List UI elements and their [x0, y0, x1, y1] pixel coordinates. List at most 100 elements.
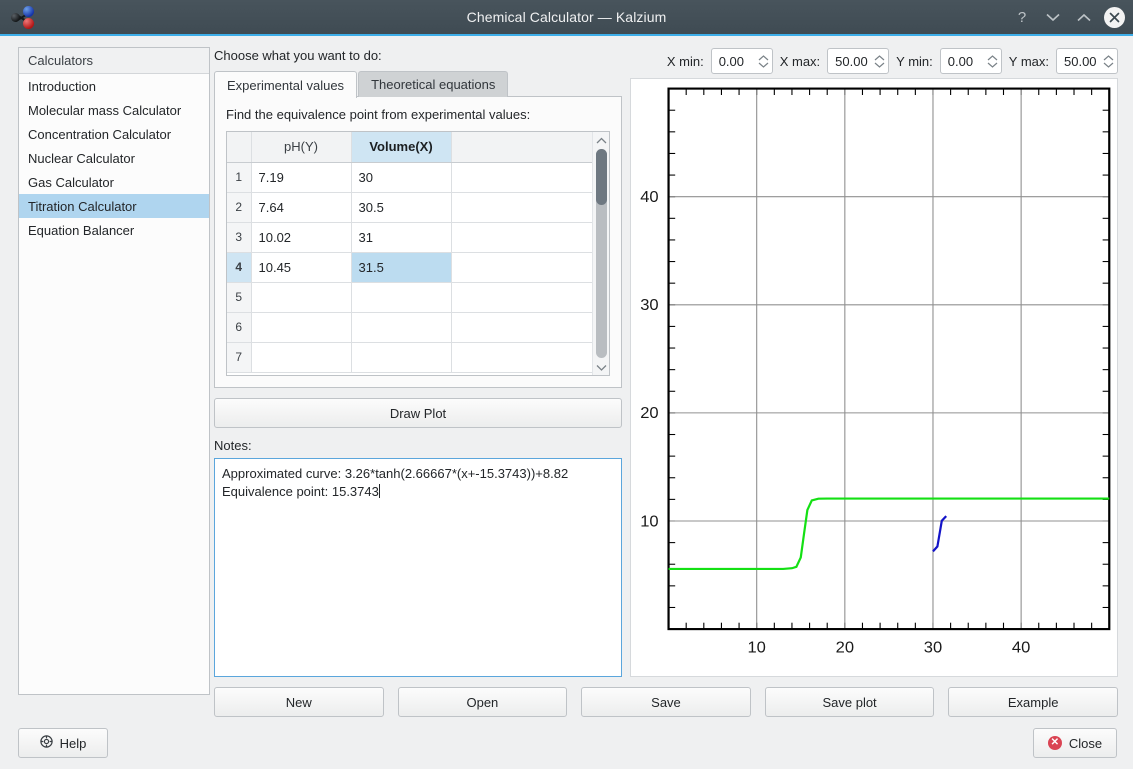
- help-titlebar-icon[interactable]: ?: [1011, 6, 1033, 28]
- table-row[interactable]: 2 7.64 30.5: [227, 192, 592, 223]
- column-header-volume[interactable]: Volume(X): [351, 132, 452, 163]
- cell-blank-5[interactable]: [451, 282, 592, 313]
- sidebar-item-introduction[interactable]: Introduction: [19, 74, 209, 98]
- x-min-spinbox[interactable]: 0.00: [710, 48, 773, 74]
- left-pane: Choose what you want to do: Experimental…: [210, 44, 622, 677]
- cell-volume-4[interactable]: 31.5: [351, 252, 452, 283]
- sidebar-container: Calculators Introduction Molecular mass …: [0, 36, 210, 717]
- window-controls: ?: [1011, 6, 1125, 28]
- table-scroll-area: pH(Y) Volume(X) 1 7.19 30 2 7.64 30.5 3 …: [227, 132, 592, 375]
- cell-volume-7[interactable]: [351, 342, 452, 373]
- draw-plot-button[interactable]: Draw Plot: [214, 398, 622, 428]
- row-header-5[interactable]: 5: [227, 282, 252, 313]
- spinner-arrows-icon[interactable]: [1103, 54, 1114, 68]
- cell-blank-2[interactable]: [451, 192, 592, 223]
- table-corner-cell[interactable]: [227, 132, 252, 163]
- table-row[interactable]: 6: [227, 312, 592, 343]
- minimize-icon[interactable]: [1042, 6, 1064, 28]
- choose-label: Choose what you want to do:: [214, 48, 382, 63]
- svg-text:30: 30: [924, 639, 942, 657]
- cell-blank-1[interactable]: [451, 162, 592, 193]
- titration-plot[interactable]: 10 20 30 40 10 20 30 40: [630, 78, 1118, 677]
- x-min-label: X min:: [666, 53, 704, 69]
- cell-ph-3[interactable]: 10.02: [251, 222, 352, 253]
- sidebar-item-gas-calculator[interactable]: Gas Calculator: [19, 170, 209, 194]
- close-button-label: Close: [1068, 735, 1103, 751]
- save-button[interactable]: Save: [581, 687, 751, 717]
- y-min-value: 0.00: [947, 53, 974, 69]
- tab-experimental-values[interactable]: Experimental values: [214, 71, 358, 98]
- scroll-up-icon[interactable]: [596, 132, 607, 148]
- cell-ph-5[interactable]: [251, 282, 352, 313]
- column-header-empty[interactable]: [451, 132, 592, 163]
- sidebar-item-nuclear-calculator[interactable]: Nuclear Calculator: [19, 146, 209, 170]
- close-icon[interactable]: [1104, 6, 1125, 28]
- cell-volume-6[interactable]: [351, 312, 452, 343]
- cell-volume-1[interactable]: 30: [351, 162, 452, 193]
- column-header-ph[interactable]: pH(Y): [251, 132, 352, 163]
- calculators-list[interactable]: Calculators Introduction Molecular mass …: [18, 47, 210, 695]
- help-button[interactable]: Help: [18, 728, 108, 758]
- y-max-value: 50.00: [1064, 53, 1097, 69]
- table-row[interactable]: 4 10.45 31.5: [227, 252, 592, 283]
- table-row[interactable]: 3 10.02 31: [227, 222, 592, 253]
- tab-bar: Experimental values Theoretical equation…: [214, 71, 622, 98]
- sidebar-item-concentration-calculator[interactable]: Concentration Calculator: [19, 122, 209, 146]
- cell-blank-3[interactable]: [451, 222, 592, 253]
- table-row[interactable]: 1 7.19 30: [227, 162, 592, 193]
- row-header-2[interactable]: 2: [227, 192, 252, 223]
- spinner-arrows-icon[interactable]: [874, 54, 885, 68]
- svg-text:20: 20: [836, 639, 854, 657]
- cell-volume-2[interactable]: 30.5: [351, 192, 452, 223]
- y-max-spinbox[interactable]: 50.00: [1056, 48, 1118, 74]
- cell-ph-6[interactable]: [251, 312, 352, 343]
- save-plot-button[interactable]: Save plot: [764, 687, 935, 717]
- close-button[interactable]: ✕ Close: [1033, 728, 1117, 758]
- cell-blank-4[interactable]: [451, 252, 592, 283]
- spinner-arrows-icon[interactable]: [987, 54, 998, 68]
- spinner-arrows-icon[interactable]: [758, 54, 769, 68]
- cell-volume-3[interactable]: 31: [351, 222, 452, 253]
- row-header-7[interactable]: 7: [227, 342, 252, 373]
- sidebar-item-titration-calculator[interactable]: Titration Calculator: [19, 194, 209, 218]
- notes-label: Notes:: [214, 438, 252, 453]
- table-row[interactable]: 7: [227, 342, 592, 373]
- x-max-spinbox[interactable]: 50.00: [827, 48, 890, 74]
- title-bar: Chemical Calculator — Kalzium ?: [0, 0, 1133, 36]
- right-pane: X min: 0.00 X max: 50.00 Y min: 0.00 Y m…: [622, 44, 1133, 677]
- table-scrollbar[interactable]: [592, 132, 609, 375]
- scrollbar-thumb[interactable]: [595, 149, 607, 205]
- svg-text:40: 40: [1012, 639, 1030, 657]
- table-row[interactable]: 5: [227, 282, 592, 313]
- experimental-values-table-container: pH(Y) Volume(X) 1 7.19 30 2 7.64 30.5 3 …: [226, 131, 610, 376]
- cell-blank-6[interactable]: [451, 312, 592, 343]
- open-button[interactable]: Open: [397, 687, 568, 717]
- cell-ph-7[interactable]: [251, 342, 352, 373]
- application-window: Chemical Calculator — Kalzium ? Calculat…: [0, 0, 1133, 769]
- sidebar-item-molecular-mass-calculator[interactable]: Molecular mass Calculator: [19, 98, 209, 122]
- row-header-1[interactable]: 1: [227, 162, 252, 193]
- tab-theoretical-equations[interactable]: Theoretical equations: [358, 71, 509, 97]
- cell-ph-2[interactable]: 7.64: [251, 192, 352, 223]
- row-header-4[interactable]: 4: [227, 252, 252, 283]
- cell-ph-4[interactable]: 10.45: [251, 252, 352, 283]
- row-header-3[interactable]: 3: [227, 222, 252, 253]
- row-header-6[interactable]: 6: [227, 312, 252, 343]
- scrollbar-trough[interactable]: [595, 149, 607, 358]
- experimental-values-table[interactable]: pH(Y) Volume(X) 1 7.19 30 2 7.64 30.5 3 …: [227, 132, 592, 373]
- notes-textarea[interactable]: Approximated curve: 3.26*tanh(2.66667*(x…: [214, 458, 622, 677]
- example-button[interactable]: Example: [948, 687, 1118, 717]
- new-button[interactable]: New: [214, 687, 384, 717]
- cell-volume-5[interactable]: [351, 282, 452, 313]
- cell-ph-1[interactable]: 7.19: [251, 162, 352, 193]
- svg-text:20: 20: [640, 404, 658, 422]
- window-body: Calculators Introduction Molecular mass …: [0, 36, 1133, 717]
- y-min-spinbox[interactable]: 0.00: [939, 48, 1002, 74]
- main-content: Choose what you want to do: Experimental…: [210, 36, 1133, 717]
- maximize-icon[interactable]: [1073, 6, 1095, 28]
- sidebar-item-equation-balancer[interactable]: Equation Balancer: [19, 218, 209, 242]
- x-max-value: 50.00: [835, 53, 868, 69]
- scroll-down-icon[interactable]: [596, 359, 607, 375]
- molecule-icon: [6, 3, 42, 31]
- cell-blank-7[interactable]: [451, 342, 592, 373]
